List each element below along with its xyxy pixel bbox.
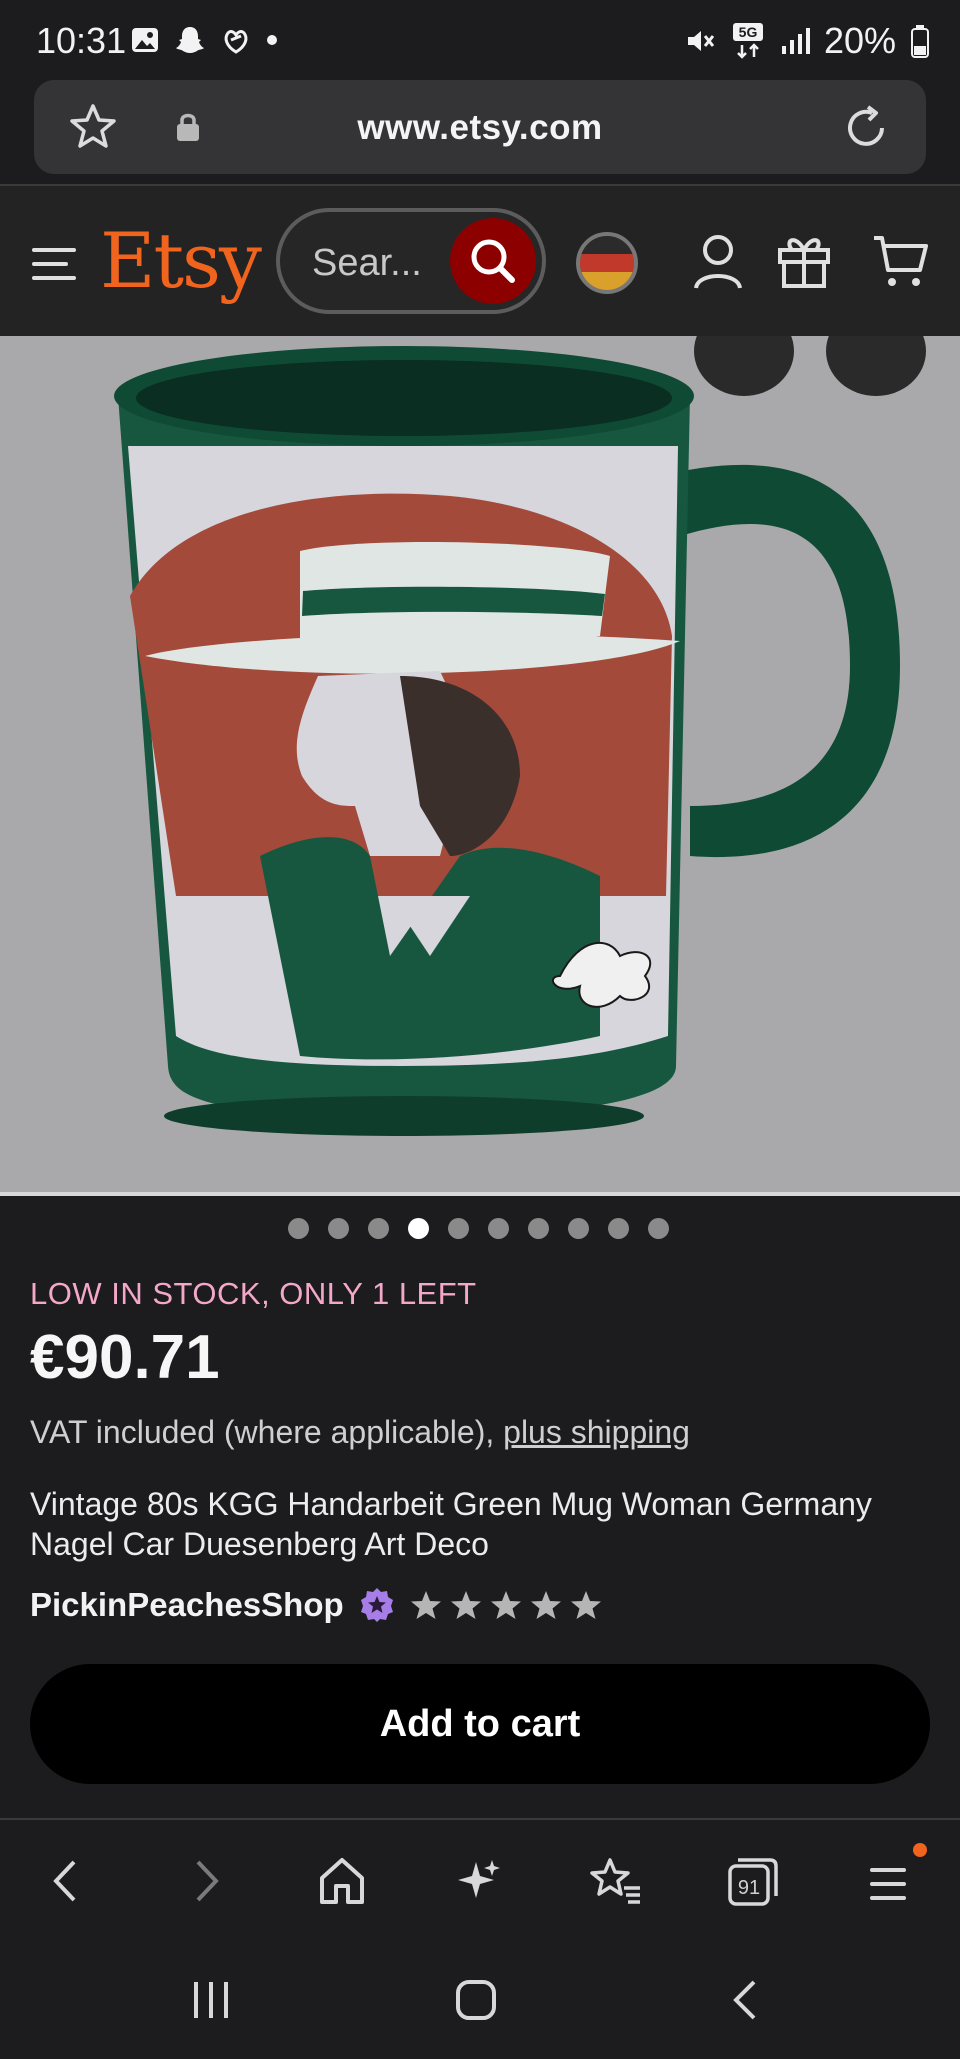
back-icon[interactable] xyxy=(46,1856,86,1906)
forward-icon[interactable] xyxy=(186,1856,226,1906)
carousel-dot[interactable] xyxy=(608,1218,629,1239)
status-right-icons: 5G 20% xyxy=(684,20,930,62)
snapchat-icon xyxy=(176,27,204,53)
status-notification-icons xyxy=(130,24,278,56)
address-bar[interactable]: www.etsy.com xyxy=(34,80,926,174)
bookmarks-icon[interactable] xyxy=(588,1856,644,1906)
add-to-cart-button[interactable]: Add to cart xyxy=(30,1664,930,1784)
search-icon xyxy=(471,239,515,283)
rating-star-icon xyxy=(490,1591,521,1619)
divider xyxy=(0,1192,960,1196)
carousel-indicators[interactable] xyxy=(288,1218,669,1239)
notification-badge-icon xyxy=(913,1843,927,1857)
rating-star-icon xyxy=(450,1591,481,1619)
tabs-icon[interactable]: 91 xyxy=(726,1856,782,1906)
battery-percent: 20% xyxy=(823,20,896,61)
app-notification-icon xyxy=(224,30,248,54)
vat-note: VAT included (where applicable), plus sh… xyxy=(30,1414,690,1451)
status-bar: 10:31 5G 20% xyxy=(0,0,960,80)
recent-apps-icon[interactable] xyxy=(188,1978,234,2022)
reload-icon[interactable] xyxy=(842,104,890,152)
system-back-icon[interactable] xyxy=(728,1978,764,2022)
mute-icon xyxy=(687,31,715,51)
signal-icon xyxy=(781,28,810,54)
product-price: €90.71 xyxy=(30,1323,220,1392)
cart-icon[interactable] xyxy=(872,232,930,290)
network-5g-icon: 5G xyxy=(732,23,763,59)
carousel-dot[interactable] xyxy=(488,1218,509,1239)
url-text[interactable]: www.etsy.com xyxy=(34,108,926,148)
rating-star-icon xyxy=(530,1591,561,1619)
more-notifications-dot-icon xyxy=(267,35,277,45)
product-title: Vintage 80s KGG Handarbeit Green Mug Wom… xyxy=(30,1486,872,1562)
rating-star-icon xyxy=(410,1591,441,1619)
account-icon[interactable] xyxy=(692,232,744,292)
star-seller-badge-icon xyxy=(360,1588,393,1622)
site-header: Etsy Sear... xyxy=(0,186,960,336)
system-navigation-bar xyxy=(0,1940,960,2059)
search-button[interactable] xyxy=(450,218,536,304)
stock-notice: LOW IN STOCK, ONLY 1 LEFT xyxy=(30,1276,477,1311)
mug-illustration xyxy=(114,346,900,1136)
search-input[interactable]: Sear... xyxy=(276,208,546,314)
svg-text:5G: 5G xyxy=(739,24,758,40)
tab-count: 91 xyxy=(738,1877,760,1899)
shipping-link[interactable]: plus shipping xyxy=(503,1414,690,1450)
status-time: 10:31 xyxy=(36,20,127,61)
product-image[interactable] xyxy=(0,336,960,1194)
search-placeholder: Sear... xyxy=(312,242,422,284)
carousel-dot[interactable] xyxy=(368,1218,389,1239)
rating-stars xyxy=(410,1589,602,1621)
shop-name-link[interactable]: PickinPeachesShop xyxy=(30,1586,344,1624)
carousel-dot[interactable] xyxy=(408,1218,429,1239)
carousel-dot[interactable] xyxy=(568,1218,589,1239)
region-flag-germany[interactable] xyxy=(576,232,638,294)
menu-icon[interactable] xyxy=(30,244,78,284)
home-button-icon[interactable] xyxy=(454,1978,498,2022)
home-icon[interactable] xyxy=(316,1856,368,1906)
browser-menu-icon[interactable] xyxy=(866,1856,916,1906)
carousel-dot[interactable] xyxy=(448,1218,469,1239)
etsy-logo[interactable]: Etsy xyxy=(100,216,262,305)
battery-icon xyxy=(911,25,929,58)
carousel-dot[interactable] xyxy=(288,1218,309,1239)
gift-icon[interactable] xyxy=(776,230,832,290)
carousel-dot[interactable] xyxy=(528,1218,549,1239)
rating-star-icon xyxy=(570,1591,601,1619)
carousel-dot[interactable] xyxy=(328,1218,349,1239)
browser-toolbar: 91 xyxy=(0,1820,960,1940)
shop-info: PickinPeachesShop xyxy=(30,1586,602,1624)
ai-assistant-icon[interactable] xyxy=(454,1856,504,1906)
carousel-dot[interactable] xyxy=(648,1218,669,1239)
gallery-icon xyxy=(132,28,158,52)
vat-text: VAT included (where applicable), xyxy=(30,1414,504,1450)
